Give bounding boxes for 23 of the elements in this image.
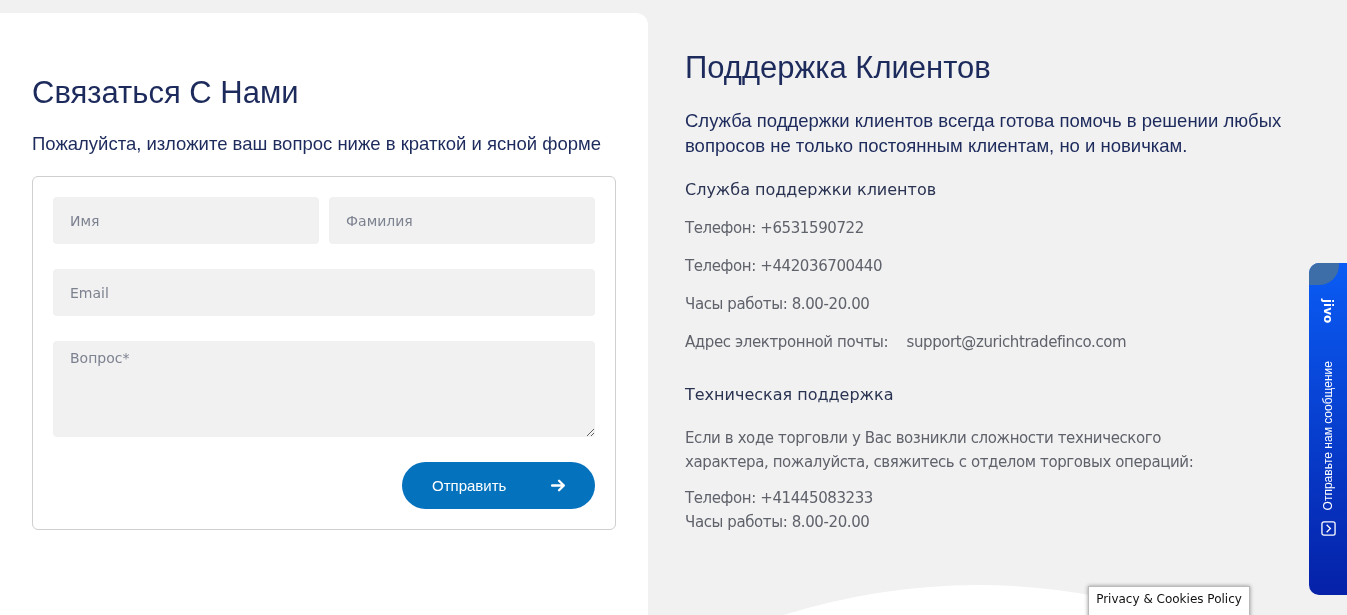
section-heading: Служба поддержки клиентов xyxy=(685,180,938,199)
support-intro: Служба поддержки клиентов всегда готова помочь в решении любых вопросов не только постоянным клиентам, но и новичкам. xyxy=(685,109,1283,158)
form-subtitle: Пожалуйста, изложите ваш вопрос ниже в краткой и ясной форме xyxy=(32,132,603,156)
input-field[interactable]: Фамилия xyxy=(329,197,595,244)
contact-line: Адрес электронной почты: support@zurichtradefinco.com xyxy=(685,333,1127,351)
chat-tab[interactable]: jivo Отправьте нам сообщение xyxy=(1309,263,1347,595)
section-text: Если в ходе торговли у Вас возникли сложности технического характера, пожалуйста, свяжитесь с отделом торговых операций: xyxy=(685,428,1195,473)
support-title: Поддержка Клиентов xyxy=(685,50,992,86)
contact-line: Часы работы: 8.00-20.00 xyxy=(685,512,870,533)
submit-button[interactable]: Отправить xyxy=(402,462,595,509)
input-field[interactable]: Email xyxy=(53,269,595,316)
contact-title: Связаться С Нами xyxy=(32,75,300,111)
contact-line: Телефон: +442036700440 xyxy=(685,257,883,275)
question-field[interactable]: Вопрос* xyxy=(53,341,595,437)
input-field[interactable]: Имя xyxy=(53,197,319,244)
chevron-box-icon xyxy=(1320,520,1336,536)
contact-line: Телефон: +6531590722 xyxy=(685,219,864,237)
chat-brand: jivo xyxy=(1321,299,1335,324)
cookie-policy-button[interactable]: Privacy & Cookies Policy xyxy=(1088,586,1250,615)
contact-line: Часы работы: 8.00-20.00 xyxy=(685,295,870,313)
contact-line: Телефон: +41445083233 xyxy=(685,488,873,509)
chat-label: Отправьте нам сообщение xyxy=(1321,361,1335,511)
arrow-right-icon xyxy=(550,477,567,494)
